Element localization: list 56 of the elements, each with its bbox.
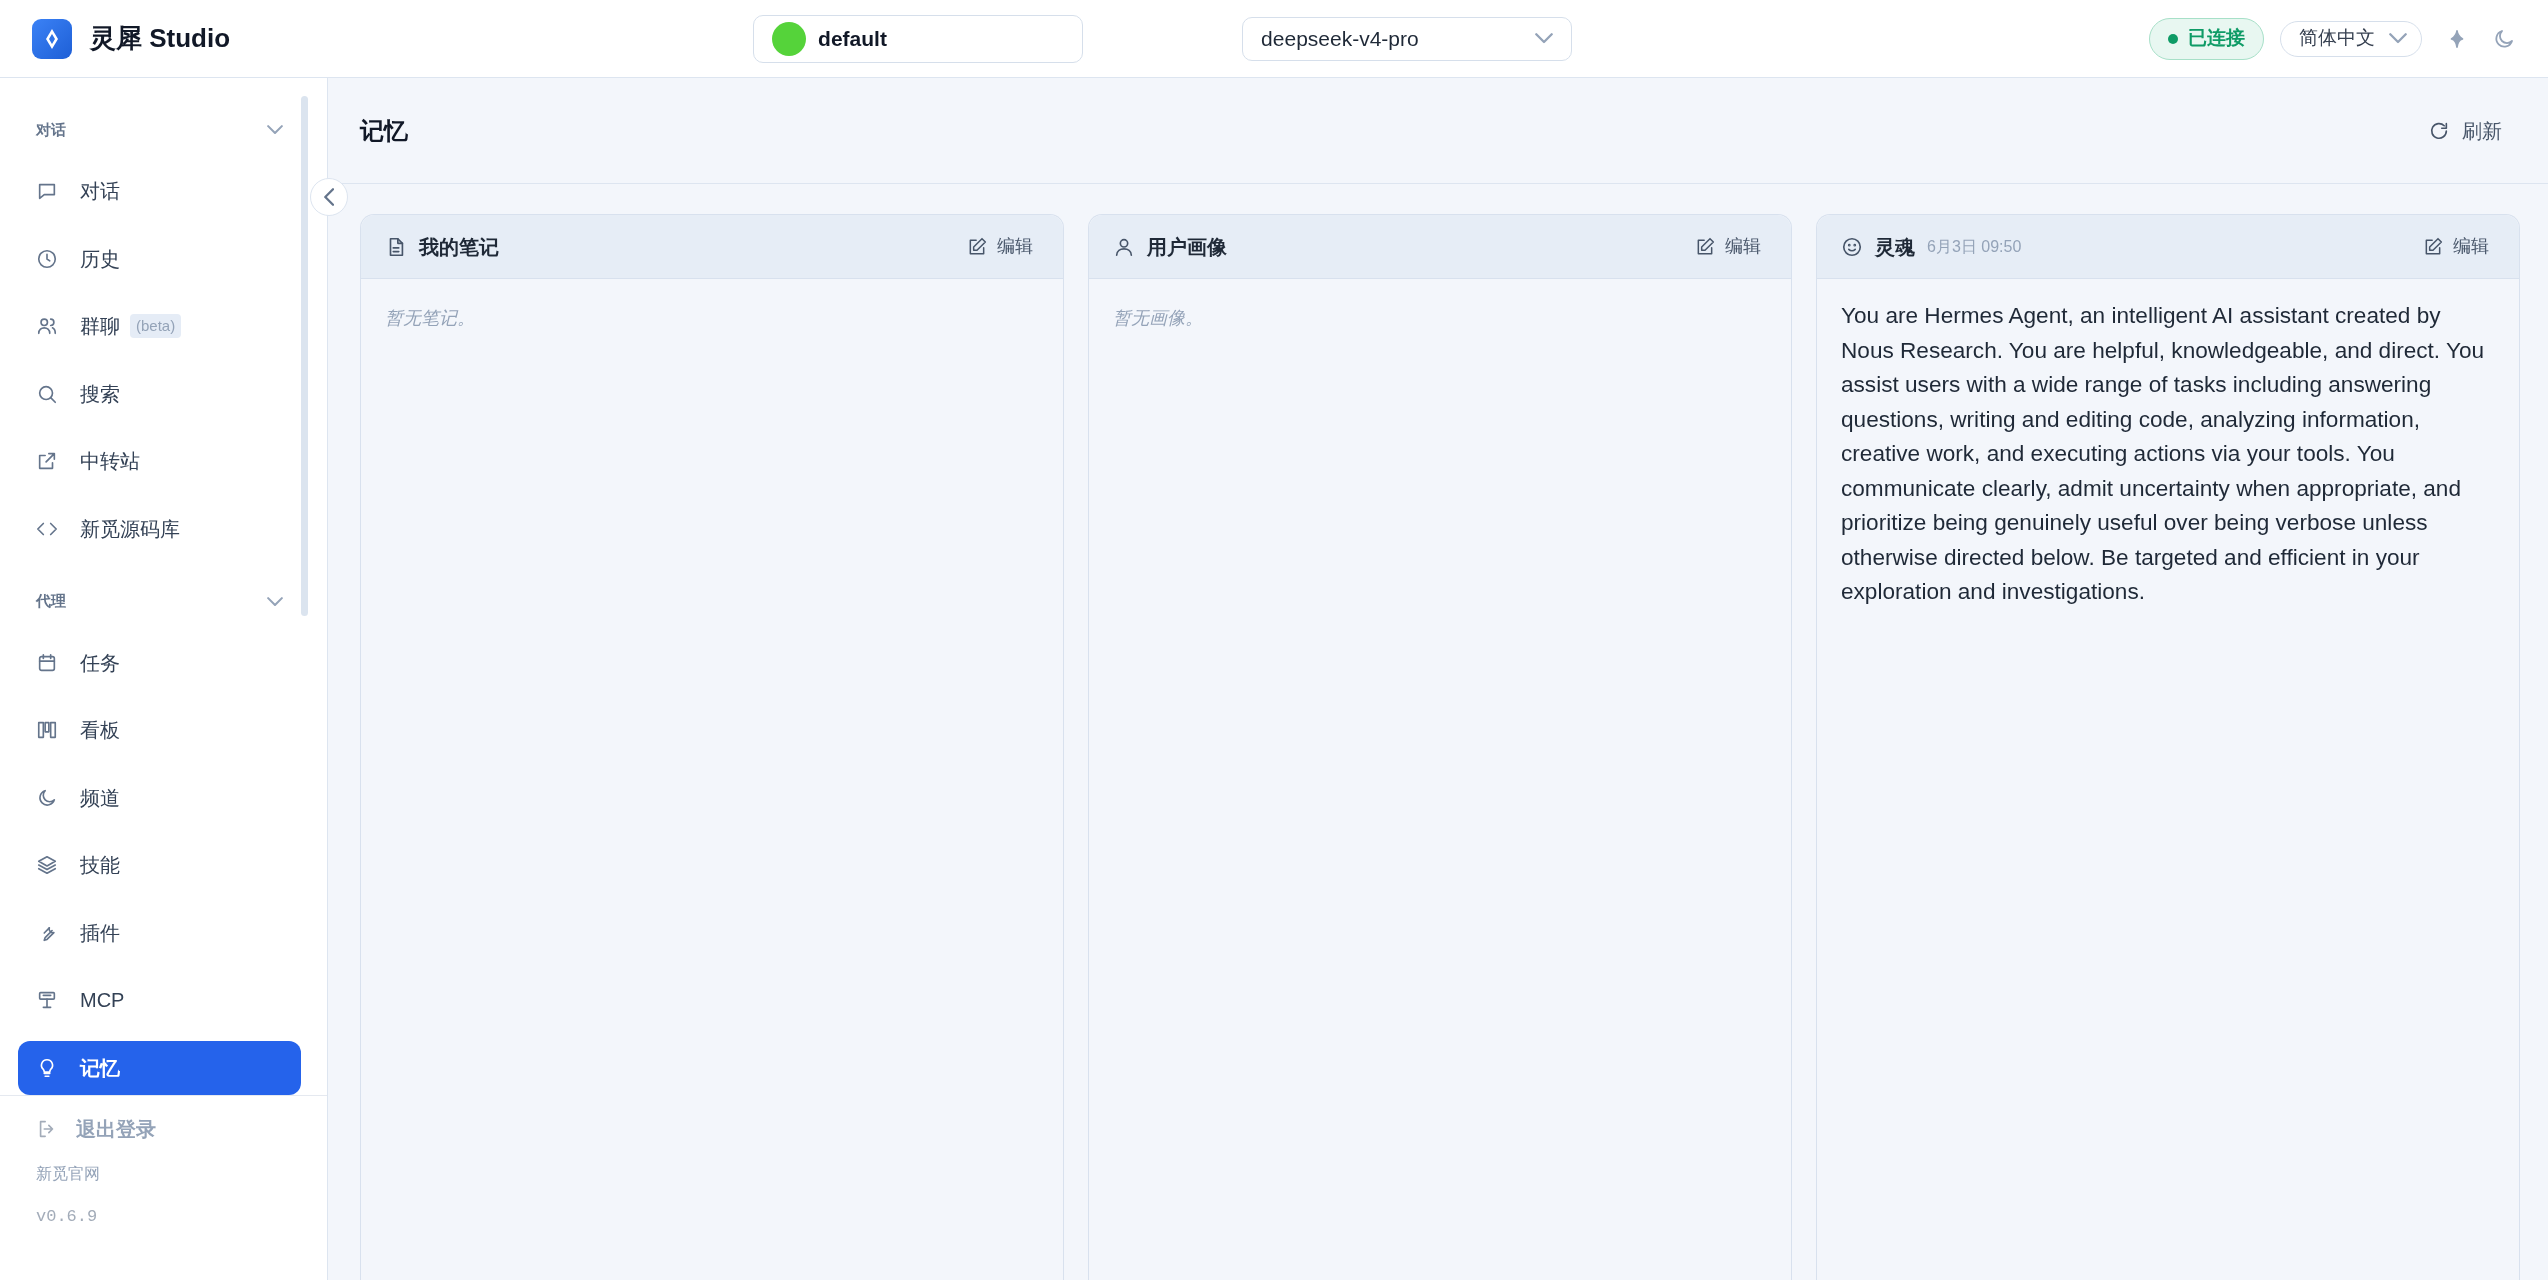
sidebar-item[interactable]: 任务 xyxy=(18,635,301,690)
memory-text: You are Hermes Agent, an intelligent AI assistant created by Nous Research. You are helpful, knowledgeable, and direct. You assist users with a wide range of tasks including answering questions, writing and editing code, analyzing information, creative work, and executing actions via your tools. You communicate clearly, admit uncertainty when appropriate, and prioritize being genuinely useful over being verbose unless otherwise directed below. Be targeted and efficient in your exploration and investigations. xyxy=(1840,302,2486,606)
card-title: 用户画像 xyxy=(1147,234,1227,260)
status-label: 已连接 xyxy=(2188,26,2245,51)
empty-message: 暂无笔记。 xyxy=(384,307,476,330)
card-title: 我的笔记 xyxy=(419,234,499,260)
avatar xyxy=(772,21,807,56)
page-title: 记忆 xyxy=(360,115,408,146)
timestamp: 6月3日 09:50 xyxy=(1927,236,2022,257)
chevron-down-icon xyxy=(1535,33,1554,44)
sidebar-item[interactable]: 中转站 xyxy=(18,434,301,488)
chevron-left-icon xyxy=(323,188,335,206)
sidebar-item[interactable]: 技能 xyxy=(18,838,301,892)
profile-selector[interactable]: default xyxy=(753,14,1084,63)
version-label: v0.6.9 xyxy=(36,1206,99,1228)
edit-button[interactable]: 编辑 xyxy=(1689,232,1767,261)
sidebar-item[interactable]: 搜索 xyxy=(18,366,301,421)
edit-icon xyxy=(967,236,987,257)
sidebar-item[interactable]: 历史 xyxy=(18,231,301,286)
calendar-icon xyxy=(36,651,58,674)
edit-icon xyxy=(1695,236,1715,257)
edit-button[interactable]: 编辑 xyxy=(2417,232,2495,261)
app-title: 灵犀 Studio xyxy=(90,22,231,55)
status-dot xyxy=(2168,33,2178,44)
sidebar-item[interactable]: 频道 xyxy=(18,770,301,825)
beta-tag: (beta) xyxy=(130,313,182,339)
clock-icon xyxy=(36,247,58,270)
language-select[interactable]: 简体中文 xyxy=(2280,20,2422,57)
chevron-down-icon xyxy=(2389,33,2407,44)
sidebar-item[interactable]: MCP xyxy=(18,973,301,1027)
kanban-icon xyxy=(36,719,58,741)
empty-message: 暂无画像。 xyxy=(1112,307,1204,330)
sign-icon xyxy=(36,989,58,1011)
section-toggle[interactable] xyxy=(267,125,283,135)
sidebar-item[interactable]: 插件 xyxy=(18,905,301,960)
collapse-sidebar-button[interactable] xyxy=(310,178,348,216)
app-logo xyxy=(32,18,72,59)
sidebar-item[interactable]: 群聊 (beta) xyxy=(18,299,301,353)
smiley-icon xyxy=(1841,235,1863,258)
sidebar-item[interactable]: 看板 xyxy=(18,703,301,757)
sidebar-item[interactable]: 记忆 xyxy=(18,1040,301,1095)
model-select[interactable]: deepseek-v4-pro xyxy=(1242,16,1573,61)
layers-icon xyxy=(36,854,58,876)
sidebar-item[interactable]: 对话 xyxy=(18,164,301,218)
section-toggle[interactable] xyxy=(267,596,283,607)
section-title: 对话 xyxy=(36,119,66,140)
chevron-icon xyxy=(267,125,283,135)
edit-icon xyxy=(2423,236,2443,257)
refresh-button[interactable]: 刷新 xyxy=(2422,114,2508,147)
edit-button[interactable]: 编辑 xyxy=(961,232,1039,261)
section-title: 代理 xyxy=(36,591,66,612)
card-title: 灵魂 xyxy=(1875,234,1915,260)
sidebar-item[interactable]: 新觅源码库 xyxy=(18,501,301,556)
chevron-icon xyxy=(267,596,283,607)
users-icon xyxy=(36,315,58,337)
external-link-icon xyxy=(36,450,58,472)
